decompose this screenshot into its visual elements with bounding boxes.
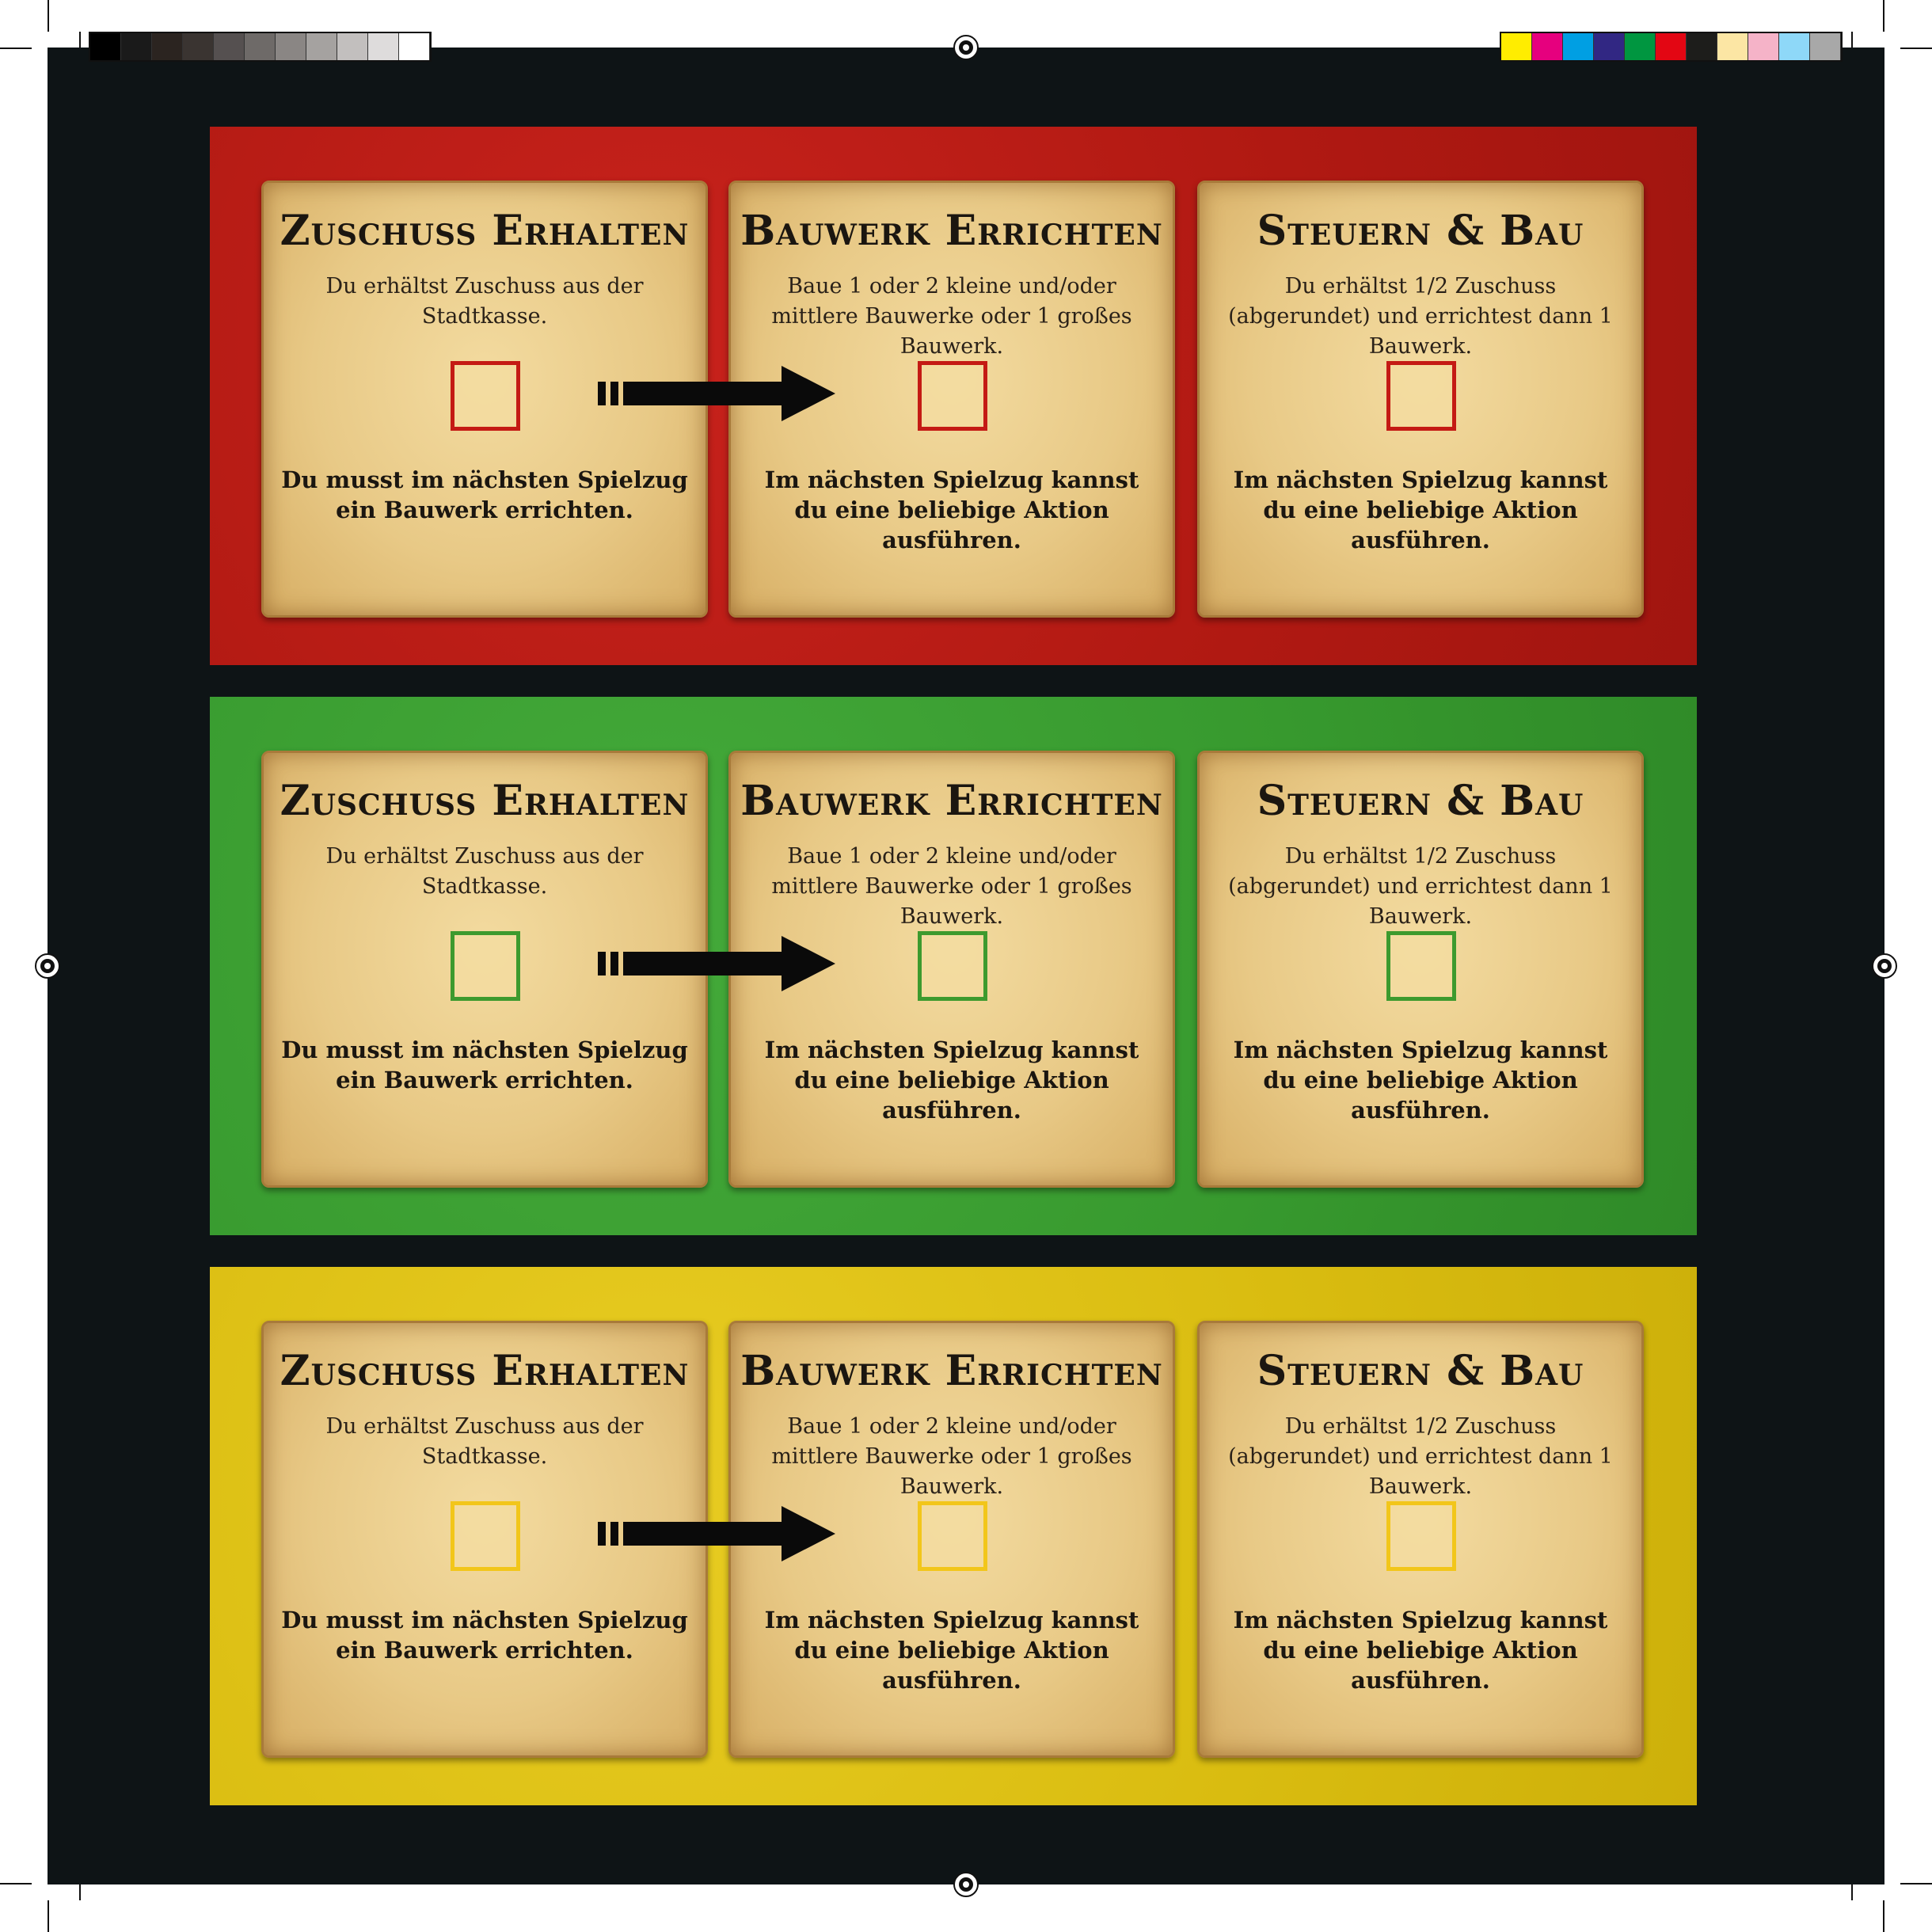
color-swatch [1563, 33, 1594, 60]
process-color-bar [1500, 32, 1843, 62]
action-board-yellow: Zuschuss Erhalten Du erhältst Zuschuss a… [210, 1267, 1697, 1805]
color-swatch [1625, 33, 1656, 60]
marker-slot[interactable] [918, 361, 987, 431]
action-card-steuern: Steuern & Bau Du erhältst 1/2 Zuschuss (… [1197, 181, 1644, 618]
marker-slot[interactable] [918, 931, 987, 1001]
gray-swatch [183, 33, 214, 60]
gray-swatch [121, 33, 152, 60]
arrow-right-icon [598, 1506, 835, 1561]
card-note: Im nächsten Spielzug kannst du eine beli… [1233, 1036, 1608, 1124]
crop-mark [1900, 48, 1932, 49]
gray-swatch [90, 33, 121, 60]
color-swatch [1779, 33, 1810, 60]
gray-swatch [245, 33, 276, 60]
color-swatch [1594, 33, 1625, 60]
gray-swatch [276, 33, 306, 60]
action-board-green: Zuschuss Erhalten Du erhältst Zuschuss a… [210, 697, 1697, 1235]
registration-mark-icon [1872, 953, 1897, 979]
color-swatch [1656, 33, 1687, 60]
card-description: Baue 1 oder 2 kleine und/oder mittlere B… [771, 1414, 1132, 1499]
gray-swatch [368, 33, 399, 60]
card-title: Steuern & Bau [1257, 1347, 1584, 1395]
action-card-steuern: Steuern & Bau Du erhältst 1/2 Zuschuss (… [1197, 1321, 1644, 1758]
card-title: Bauwerk Errichten [740, 207, 1163, 255]
crop-mark [0, 1883, 32, 1884]
gray-swatch [214, 33, 245, 60]
marker-slot[interactable] [1386, 361, 1456, 431]
card-title: Zuschuss Erhalten [280, 1347, 690, 1395]
color-swatch [1532, 33, 1563, 60]
card-note: Im nächsten Spielzug kannst du eine beli… [764, 1036, 1139, 1124]
card-description: Du erhältst Zuschuss aus der Stadtkasse. [325, 1414, 644, 1469]
card-description: Du erhältst 1/2 Zuschuss (abgerundet) un… [1228, 1414, 1613, 1499]
card-description: Baue 1 oder 2 kleine und/oder mittlere B… [771, 844, 1132, 929]
gray-swatch [337, 33, 368, 60]
card-title: Bauwerk Errichten [740, 777, 1163, 825]
card-title: Steuern & Bau [1257, 207, 1584, 255]
arrow-right-icon [598, 366, 835, 421]
card-note: Du musst im nächsten Spielzug ein Bauwer… [281, 1036, 688, 1093]
marker-slot[interactable] [918, 1501, 987, 1571]
card-description: Du erhältst Zuschuss aus der Stadtkasse. [325, 844, 644, 899]
card-description: Du erhältst Zuschuss aus der Stadtkasse. [325, 274, 644, 329]
crop-mark [1900, 1883, 1932, 1884]
registration-mark-icon [35, 953, 60, 979]
card-title: Steuern & Bau [1257, 777, 1584, 825]
gray-color-bar [89, 32, 432, 62]
color-swatch [1748, 33, 1779, 60]
crop-mark [0, 48, 32, 49]
crop-mark [48, 0, 49, 32]
crop-mark [1883, 0, 1884, 32]
registration-mark-icon [953, 35, 979, 60]
color-swatch [1687, 33, 1717, 60]
crop-mark [1883, 1900, 1884, 1932]
color-swatch [1717, 33, 1748, 60]
gray-swatch [399, 33, 430, 60]
marker-slot[interactable] [451, 361, 520, 431]
card-title: Bauwerk Errichten [740, 1347, 1163, 1395]
card-title: Zuschuss Erhalten [280, 777, 690, 825]
card-note: Im nächsten Spielzug kannst du eine beli… [764, 1607, 1139, 1694]
color-swatch [1501, 33, 1532, 60]
arrow-right-icon [598, 936, 835, 991]
registration-mark-icon [953, 1872, 979, 1897]
marker-slot[interactable] [1386, 931, 1456, 1001]
gray-swatch [152, 33, 183, 60]
marker-slot[interactable] [1386, 1501, 1456, 1571]
action-card-steuern: Steuern & Bau Du erhältst 1/2 Zuschuss (… [1197, 751, 1644, 1188]
card-note: Im nächsten Spielzug kannst du eine beli… [764, 466, 1139, 553]
card-note: Im nächsten Spielzug kannst du eine beli… [1233, 1607, 1608, 1694]
crop-mark [48, 1900, 49, 1932]
card-title: Zuschuss Erhalten [280, 207, 690, 255]
gray-swatch [306, 33, 337, 60]
card-note: Du musst im nächsten Spielzug ein Bauwer… [281, 1607, 688, 1664]
card-description: Du erhältst 1/2 Zuschuss (abgerundet) un… [1228, 844, 1613, 929]
color-swatch [1810, 33, 1841, 60]
card-description: Du erhältst 1/2 Zuschuss (abgerundet) un… [1228, 274, 1613, 359]
card-description: Baue 1 oder 2 kleine und/oder mittlere B… [771, 274, 1132, 359]
marker-slot[interactable] [451, 1501, 520, 1571]
card-note: Du musst im nächsten Spielzug ein Bauwer… [281, 466, 688, 523]
marker-slot[interactable] [451, 931, 520, 1001]
action-board-red: Zuschuss Erhalten Du erhältst Zuschuss a… [210, 127, 1697, 665]
card-note: Im nächsten Spielzug kannst du eine beli… [1233, 466, 1608, 553]
